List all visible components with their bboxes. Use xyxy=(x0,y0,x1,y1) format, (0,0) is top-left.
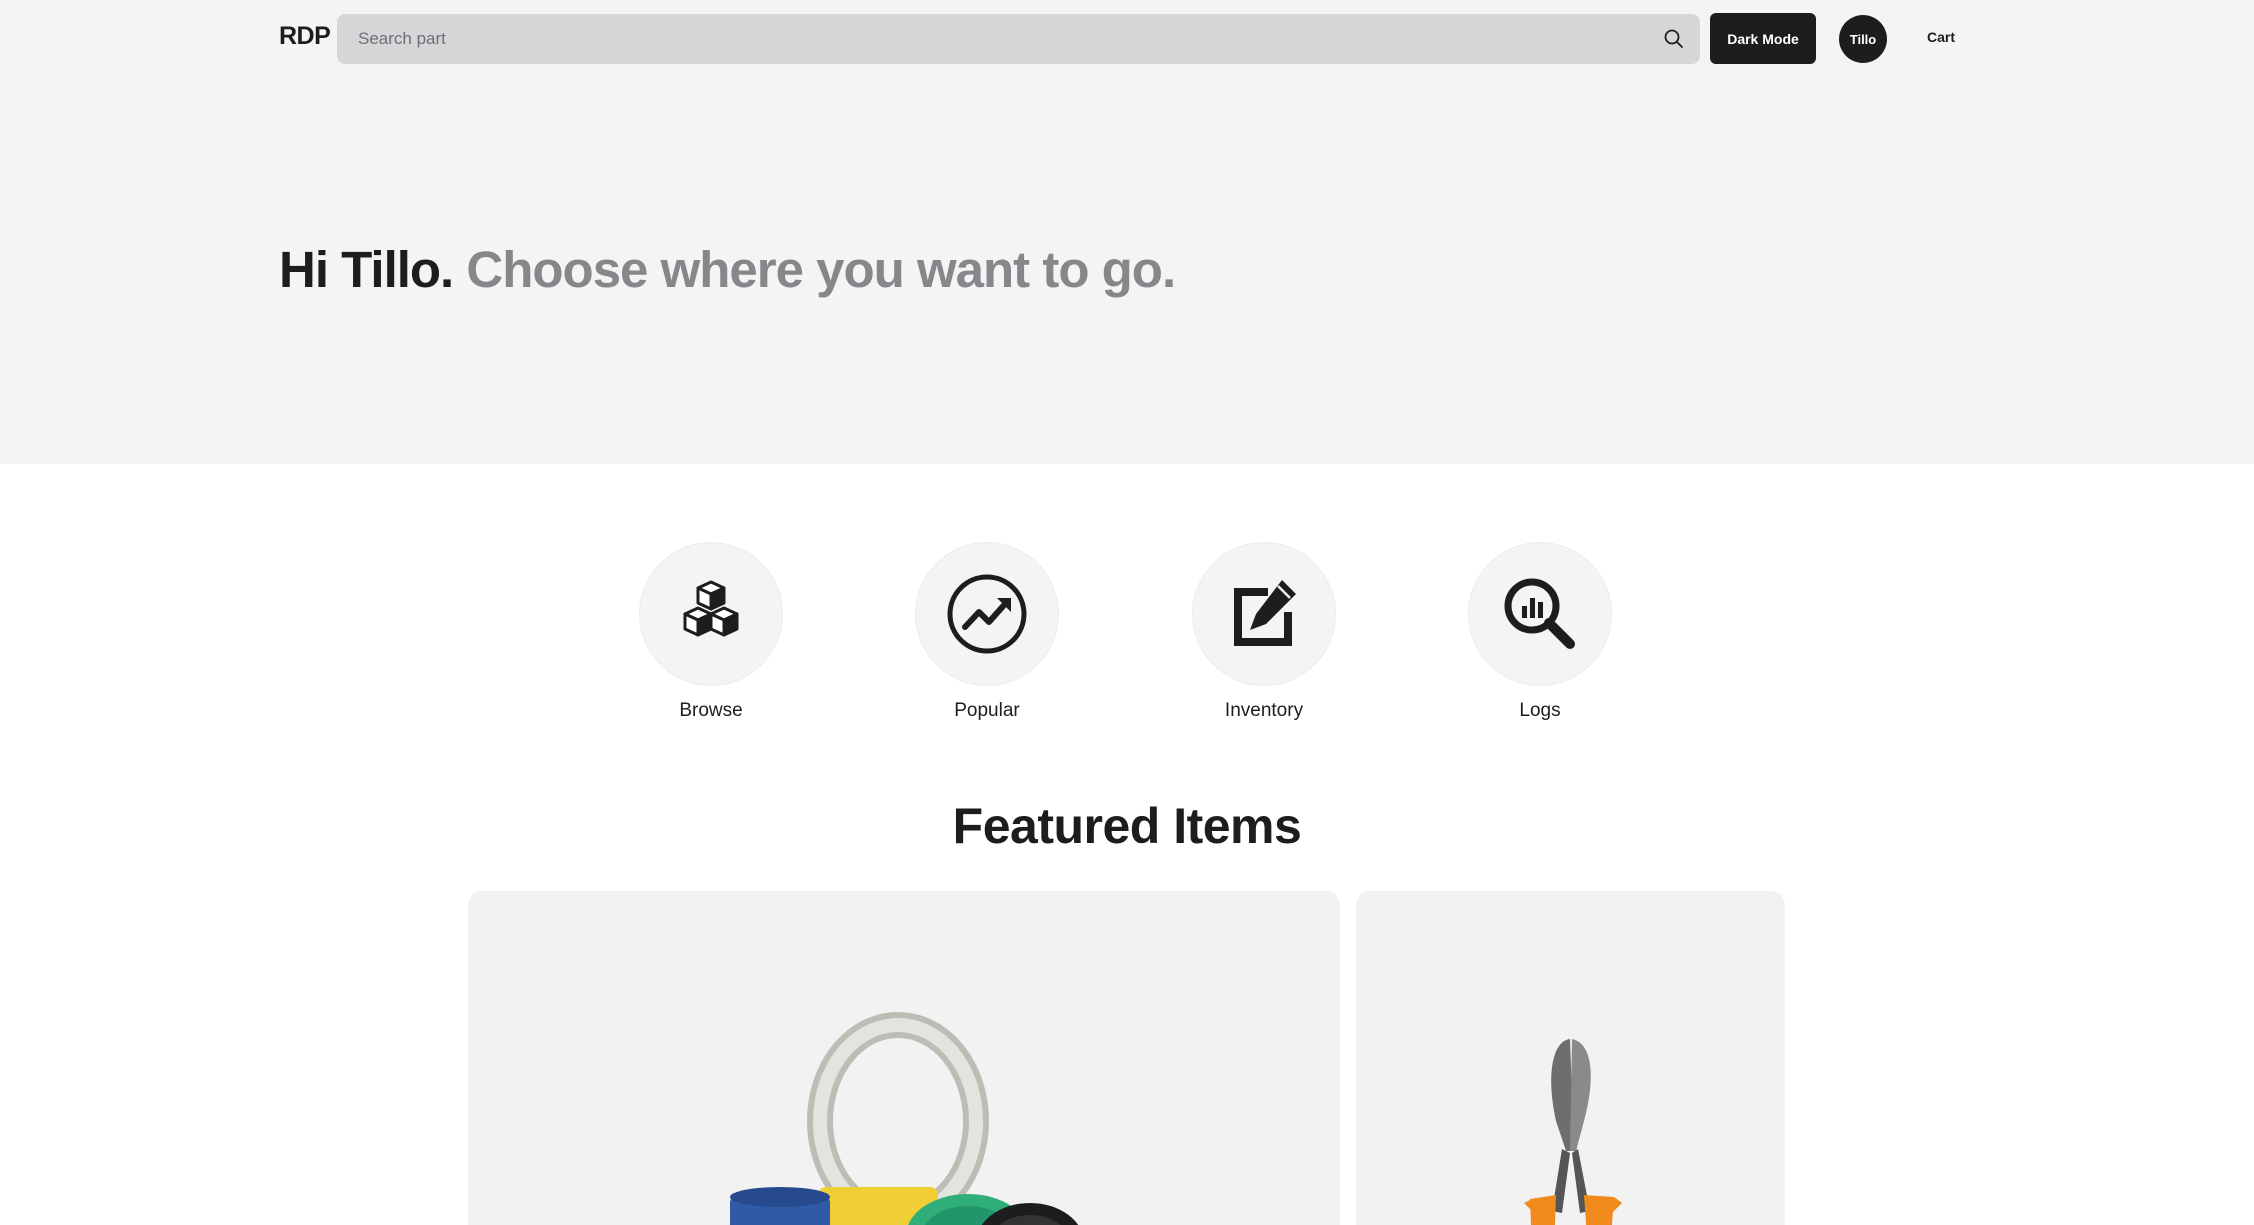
featured-title: Featured Items xyxy=(952,798,1302,854)
quick-link-popular-circle xyxy=(915,542,1059,686)
cart-link[interactable]: Cart xyxy=(1927,29,1955,45)
search-input[interactable] xyxy=(337,14,1657,64)
hero-section: Hi Tillo. Choose where you want to go. xyxy=(0,78,2254,464)
trending-up-icon xyxy=(947,574,1027,654)
hero-heading: Hi Tillo. Choose where you want to go. xyxy=(279,240,1176,299)
user-avatar-button[interactable]: Tillo xyxy=(1839,15,1887,63)
quick-link-logs-circle xyxy=(1468,542,1612,686)
hero-greeting: Hi Tillo. xyxy=(279,241,454,298)
wire-spools-image xyxy=(724,1012,1084,1225)
search-icon[interactable] xyxy=(1662,27,1686,51)
top-navigation-bar: RDP Dark Mode Tillo Cart xyxy=(0,0,2254,78)
quick-link-inventory-circle xyxy=(1192,542,1336,686)
quick-link-logs[interactable]: Logs xyxy=(1440,540,1640,730)
quick-link-popular[interactable]: Popular xyxy=(887,540,1087,730)
dark-mode-button[interactable]: Dark Mode xyxy=(1710,13,1816,64)
featured-card-wire-spools[interactable] xyxy=(468,891,1340,1225)
search-chart-icon xyxy=(1504,578,1575,649)
search-bar xyxy=(337,14,1700,64)
quick-link-inventory[interactable]: Inventory xyxy=(1164,540,1364,730)
featured-card-pliers[interactable] xyxy=(1356,891,1785,1225)
logo[interactable]: RDP xyxy=(279,22,331,51)
hero-subtitle: Choose where you want to go. xyxy=(466,241,1176,298)
quick-link-browse[interactable]: Browse xyxy=(611,540,811,730)
quick-links: Browse Popular Inventory Logs xyxy=(0,540,2254,730)
quick-link-inventory-label: Inventory xyxy=(1224,700,1304,721)
quick-link-logs-label: Logs xyxy=(1519,700,1561,721)
pliers-image xyxy=(1524,1039,1622,1225)
quick-link-browse-circle xyxy=(639,542,783,686)
edit-icon xyxy=(1234,580,1296,646)
quick-link-browse-label: Browse xyxy=(679,700,743,721)
quick-link-popular-label: Popular xyxy=(954,700,1020,721)
cubes-icon xyxy=(683,580,739,637)
